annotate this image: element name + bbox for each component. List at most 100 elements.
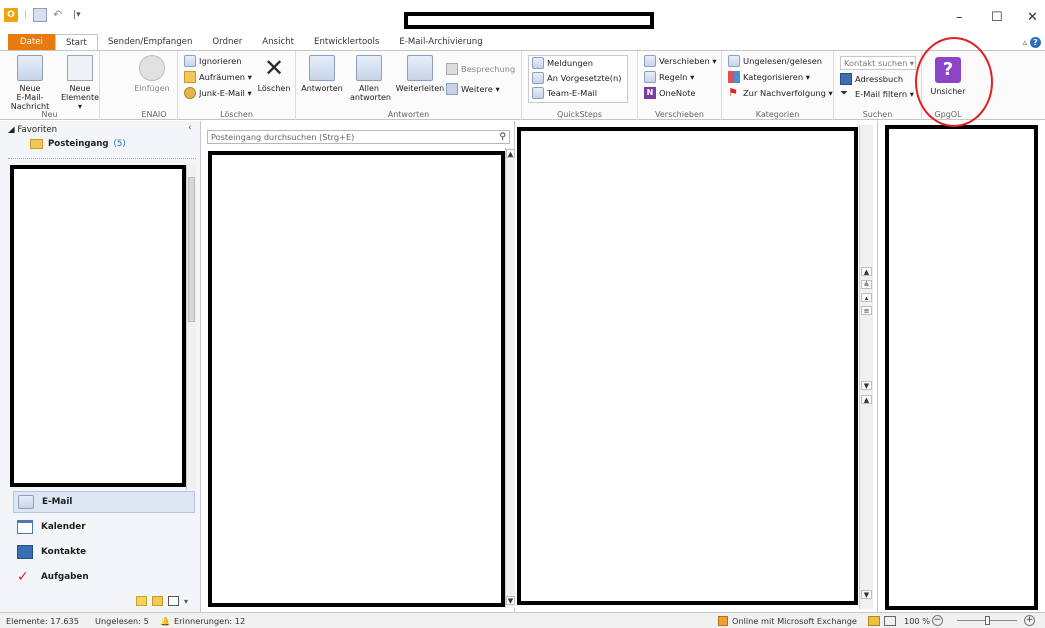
folder-tree-scrollbar[interactable]	[186, 165, 196, 490]
addressbook-button[interactable]: Adressbuch	[840, 73, 903, 85]
tab-entwicklertools[interactable]: Entwicklertools	[304, 34, 389, 50]
window-title-redacted	[404, 12, 654, 29]
scroll-up-arrow[interactable]: ▲	[506, 149, 515, 158]
todo-bar	[877, 121, 1045, 612]
minimize-ribbon-icon[interactable]: ▵	[1023, 38, 1028, 48]
inbox-search-placeholder: Posteingang durchsuchen (Strg+E)	[211, 132, 355, 142]
tab-e-mail-archivierung[interactable]: E-Mail-Archivierung	[389, 34, 492, 50]
favorites-header[interactable]: ◢ Favoriten	[8, 125, 57, 135]
normal-view-icon[interactable]	[868, 616, 880, 626]
scroll-thumb-grip[interactable]: ≡	[861, 306, 872, 315]
reply-all-button[interactable]: Allen antworten	[350, 55, 391, 102]
scroll-down-arrow[interactable]: ▼	[861, 381, 872, 390]
shortcuts-icon[interactable]	[168, 596, 179, 606]
move-label: Verschieben ▾	[659, 56, 717, 66]
reading-view-icon[interactable]	[884, 616, 896, 626]
status-unread-count: Ungelesen: 5	[95, 616, 149, 626]
move-button[interactable]: Verschieben ▾	[644, 55, 717, 67]
nav-module-contacts[interactable]: Kontakte	[13, 541, 195, 563]
minimize-button[interactable]: –	[956, 10, 963, 25]
close-button[interactable]: ✕	[1027, 10, 1038, 25]
maximize-button[interactable]: ☐	[991, 10, 1003, 25]
inbox-search-input[interactable]: Posteingang durchsuchen (Strg+E) ⚲	[207, 130, 510, 144]
junk-button[interactable]: Junk-E-Mail ▾	[184, 87, 252, 99]
scroll-page-up-arrow[interactable]: ≜	[861, 280, 872, 289]
gpgol-unsicher-button[interactable]: ? Unsicher	[926, 57, 970, 96]
addressbook-icon	[840, 73, 852, 85]
scroll-prev-arrow[interactable]: ▴	[861, 293, 872, 302]
categorize-button[interactable]: Kategorisieren ▾	[728, 71, 810, 83]
folder-list-icon[interactable]	[152, 596, 163, 606]
status-reminders[interactable]: Erinnerungen: 12	[174, 616, 245, 626]
quickstep-meldungen[interactable]: Meldungen	[532, 57, 593, 69]
nav-module-tasks[interactable]: ✓ Aufgaben	[13, 566, 195, 588]
cleanup-button[interactable]: Aufräumen ▾	[184, 71, 252, 83]
filter-email-button[interactable]: ⏷ E-Mail filtern ▾	[840, 88, 914, 100]
scroll-up-arrow[interactable]: ▲	[861, 267, 872, 276]
message-list-pane: Posteingang durchsuchen (Strg+E) ⚲ ▲ ▼	[202, 121, 515, 612]
notes-icon[interactable]	[136, 596, 147, 606]
ribbon: Neue E-Mail-Nachricht Neue Elemente ▾ Ne…	[0, 50, 1045, 120]
followup-button[interactable]: ⚑ Zur Nachverfolgung ▾	[728, 87, 833, 99]
search-icon[interactable]: ⚲	[499, 131, 506, 143]
zoom-out-button[interactable]: −	[932, 615, 943, 626]
paste-button[interactable]: Einfügen	[132, 55, 172, 93]
help-icon[interactable]: ?	[1030, 37, 1041, 48]
paste-label: Einfügen	[134, 84, 170, 93]
tab-start[interactable]: Start	[54, 34, 98, 50]
new-email-button[interactable]: Neue E-Mail-Nachricht	[4, 55, 56, 111]
scroll-down-arrow-2[interactable]: ▼	[861, 590, 872, 599]
scrollbar-thumb[interactable]	[188, 177, 195, 322]
flag-icon: ⚑	[728, 86, 738, 99]
status-exchange: Online mit Microsoft Exchange	[732, 616, 857, 626]
quickstep-team-email-label: Team-E-Mail	[547, 88, 598, 98]
zoom-slider-thumb[interactable]	[985, 616, 990, 625]
group-label-loeschen: Löschen	[220, 110, 253, 119]
group-antworten: Antworten Allen antworten Weiterleiten B…	[296, 51, 522, 120]
scroll-up-arrow-2[interactable]: ▲	[861, 395, 872, 404]
customize-qat-icon[interactable]: |▾	[73, 8, 87, 22]
more-replies-button[interactable]: Weitere ▾	[446, 83, 500, 95]
quickstep-vorgesetzte[interactable]: An Vorgesetzte(n)	[532, 72, 621, 84]
reply-button[interactable]: Antworten	[298, 55, 346, 93]
status-item-count: Elemente: 17.635	[6, 616, 79, 626]
message-list-scrollbar[interactable]: ▲ ▼	[505, 148, 515, 608]
quickstep-team-email[interactable]: Team-E-Mail	[532, 87, 597, 99]
tab-ansicht[interactable]: Ansicht	[252, 34, 304, 50]
new-items-label-1: Neue	[69, 84, 91, 93]
rules-icon	[644, 71, 656, 83]
undo-icon[interactable]: ↶	[53, 8, 67, 22]
group-label-enaio: ENAIO	[141, 110, 167, 119]
forward-button[interactable]: Weiterleiten	[394, 55, 446, 93]
zoom-in-button[interactable]: +	[1024, 615, 1035, 626]
unread-read-button[interactable]: Ungelesen/gelesen	[728, 55, 822, 67]
unread-read-icon	[728, 55, 740, 67]
group-verschieben: Verschieben ▾ Regeln ▾ N OneNote Verschi…	[638, 51, 722, 120]
scroll-down-arrow[interactable]: ▼	[506, 596, 515, 605]
new-items-button[interactable]: Neue Elemente ▾	[60, 55, 100, 111]
quickstep-vorgesetzte-icon	[532, 72, 544, 84]
nav-module-calendar[interactable]: Kalender	[13, 516, 195, 538]
followup-label: Zur Nachverfolgung ▾	[743, 88, 833, 98]
meeting-button[interactable]: Besprechung	[446, 63, 515, 75]
nav-module-email[interactable]: E-Mail	[13, 491, 195, 513]
ignore-button[interactable]: Ignorieren	[184, 55, 241, 67]
new-mail-icon	[17, 55, 43, 81]
quickstep-vorgesetzte-label: An Vorgesetzte(n)	[547, 73, 622, 83]
tab-datei[interactable]: Datei	[8, 34, 55, 50]
favorite-inbox[interactable]: Posteingang (5)	[30, 139, 126, 149]
nav-module-email-label: E-Mail	[42, 497, 73, 507]
contact-search-field[interactable]: Kontakt suchen ▾	[840, 56, 916, 70]
tab-ordner[interactable]: Ordner	[202, 34, 252, 50]
group-kategorien: Ungelesen/gelesen Kategorisieren ▾ ⚑ Zur…	[722, 51, 834, 120]
collapse-nav-button[interactable]: ‹	[188, 123, 192, 133]
navigation-pane: ◢ Favoriten ‹ Posteingang (5) E-Mail Kal…	[0, 121, 201, 612]
tab-senden-empfangen[interactable]: Senden/Empfangen	[98, 34, 202, 50]
send-receive-icon[interactable]	[33, 8, 48, 22]
delete-button[interactable]: ✕ Löschen	[256, 55, 292, 93]
onenote-button[interactable]: N OneNote	[644, 87, 696, 99]
rules-button[interactable]: Regeln ▾	[644, 71, 694, 83]
zoom-level[interactable]: 100 %	[904, 616, 930, 626]
configure-buttons-icon[interactable]: ▾	[184, 597, 188, 606]
reading-pane-scrollbar[interactable]: ▲ ≜ ▴ ≡ ▼ ▲ ▼	[859, 125, 873, 609]
